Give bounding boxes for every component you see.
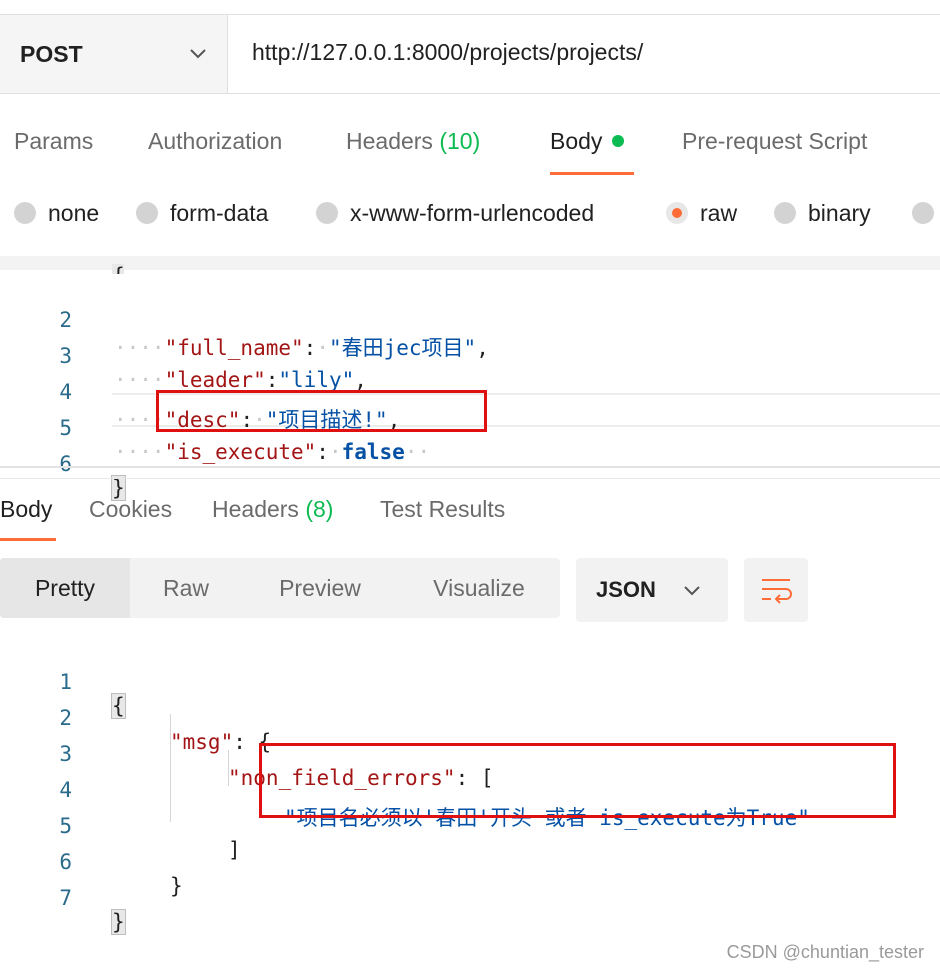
- watermark: CSDN @chuntian_tester: [726, 942, 924, 962]
- radio-binary-label: binary: [808, 200, 871, 226]
- wrap-lines-button[interactable]: [744, 558, 808, 622]
- response-tab-test-results[interactable]: Test Results: [380, 496, 505, 523]
- body-type-options: none form-data x-www-form-urlencoded raw…: [0, 190, 940, 238]
- view-mode-selector: Pretty Raw Preview Visualize: [0, 558, 560, 618]
- request-body-editor[interactable]: { 2 ····"full_name":·"春田jec项目", 3 ····"l…: [0, 264, 940, 501]
- tab-prerequest-script[interactable]: Pre-request Script: [682, 128, 867, 155]
- radio-binary[interactable]: binary: [774, 200, 871, 227]
- radio-form-data-label: form-data: [170, 200, 269, 226]
- tab-headers-label: Headers: [346, 128, 433, 154]
- is-execute-highlight-box: [156, 390, 487, 432]
- radio-circle: [136, 201, 158, 224]
- code-line: 4 ····"desc":·"项目描述!",: [0, 356, 940, 432]
- response-active-underline: [0, 538, 56, 541]
- tab-authorization[interactable]: Authorization: [148, 128, 282, 155]
- response-tabs: Body Cookies Headers (8) Test Results: [0, 484, 940, 544]
- request-tabs: Params Authorization Headers (10) Body P…: [0, 116, 940, 176]
- chevron-down-icon: [684, 586, 700, 596]
- code-line: 6 }: [0, 428, 940, 501]
- view-pretty[interactable]: Pretty: [0, 558, 130, 618]
- radio-circle: [774, 201, 796, 224]
- radio-circle: [14, 201, 36, 224]
- body-indicator-dot: [612, 134, 625, 147]
- close-brace: }: [111, 909, 126, 935]
- response-tab-cookies[interactable]: Cookies: [89, 496, 172, 523]
- method-label: POST: [20, 41, 83, 67]
- line-number: 7: [59, 886, 72, 910]
- tab-params[interactable]: Params: [14, 128, 93, 155]
- radio-raw-label: raw: [700, 200, 738, 226]
- response-tab-body[interactable]: Body: [0, 496, 52, 523]
- radio-none-label: none: [48, 200, 100, 226]
- url-input[interactable]: http://127.0.0.1:8000/projects/projects/: [252, 39, 643, 66]
- code-line: 7 }: [0, 862, 940, 935]
- chevron-down-icon: [190, 49, 206, 59]
- headers-count: (10): [439, 128, 481, 154]
- radio-urlencoded[interactable]: x-www-form-urlencoded: [316, 200, 594, 227]
- code-line: 6 }: [0, 826, 940, 898]
- code-line: 3 ····"leader":"lily",: [0, 320, 940, 392]
- radio-circle: [316, 201, 338, 224]
- view-visualize[interactable]: Visualize: [400, 558, 558, 618]
- radio-raw[interactable]: raw: [666, 200, 737, 227]
- pane-divider[interactable]: [0, 466, 940, 468]
- response-headers-count: (8): [305, 496, 334, 522]
- response-tab-headers[interactable]: Headers (8): [212, 496, 333, 523]
- wrap-lines-icon: [762, 579, 792, 604]
- error-message-highlight-box: [259, 743, 896, 818]
- view-preview[interactable]: Preview: [250, 558, 390, 618]
- code-line: 2 ····"full_name":·"春田jec项目",: [0, 284, 940, 360]
- editor-top-divider: [0, 256, 940, 270]
- radio-urlencoded-label: x-www-form-urlencoded: [350, 200, 595, 226]
- tab-body[interactable]: Body: [550, 128, 625, 155]
- tab-headers[interactable]: Headers (10): [346, 128, 480, 155]
- radio-circle-selected: [666, 201, 688, 224]
- code-line: 2 "msg": {: [0, 682, 940, 754]
- method-select[interactable]: POST: [0, 15, 228, 93]
- radio-circle: [912, 201, 934, 224]
- request-bar: POST http://127.0.0.1:8000/projects/proj…: [0, 14, 940, 94]
- view-raw[interactable]: Raw: [130, 558, 242, 618]
- response-tab-headers-label: Headers: [212, 496, 299, 522]
- line-number: 6: [59, 452, 72, 476]
- brace-top-fragment: {: [112, 264, 124, 274]
- code-line: 1 {: [0, 646, 940, 719]
- radio-graphql[interactable]: [912, 200, 940, 227]
- active-tab-underline: [550, 172, 634, 175]
- format-label: JSON: [596, 577, 656, 602]
- response-divider: [0, 478, 940, 479]
- radio-none[interactable]: none: [14, 200, 99, 227]
- tab-body-label: Body: [550, 128, 603, 154]
- radio-form-data[interactable]: form-data: [136, 200, 268, 227]
- format-select[interactable]: JSON: [576, 558, 728, 622]
